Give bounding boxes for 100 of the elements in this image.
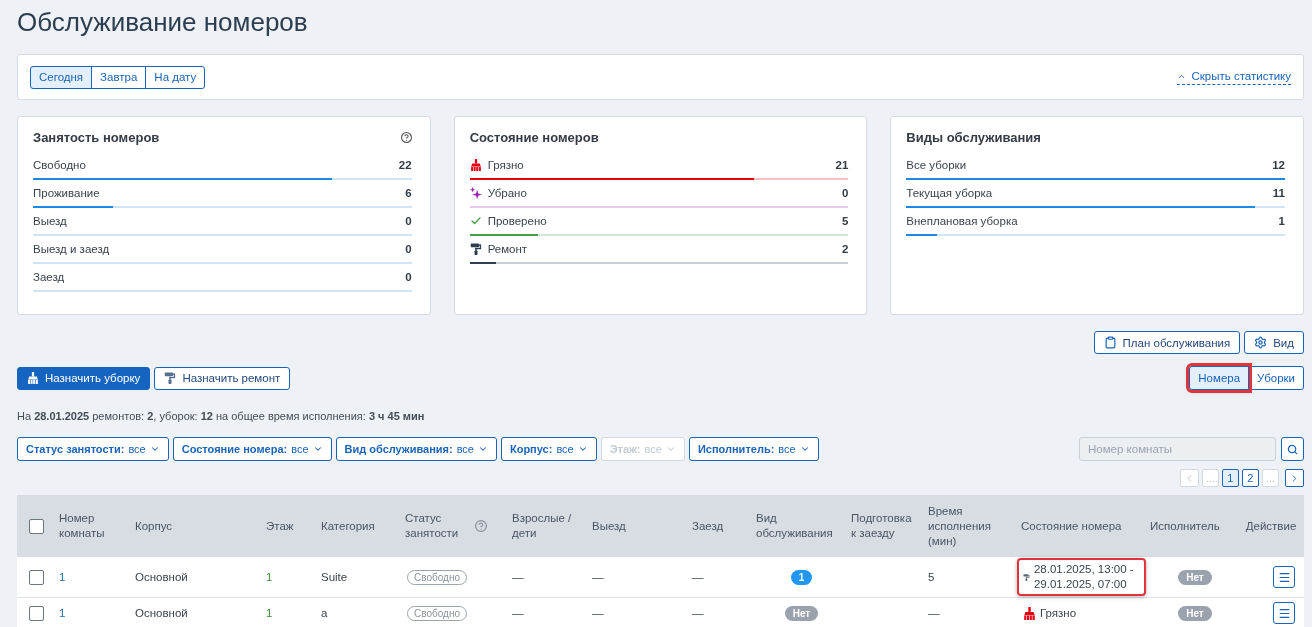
- column-header: Статус занятости: [405, 511, 460, 541]
- table-cell: —: [592, 571, 604, 583]
- search-icon: [1287, 443, 1298, 455]
- table-cell: —: [692, 607, 704, 619]
- column-header: Номер комнаты: [59, 511, 106, 541]
- table-cell: Основной: [135, 607, 188, 619]
- assignee-badge: Нет: [1178, 569, 1212, 585]
- page-button[interactable]: 1: [1221, 469, 1239, 487]
- card-title: Виды обслуживания: [906, 129, 1041, 145]
- stat-value: 1: [1278, 214, 1285, 229]
- plan-button[interactable]: План обслуживания: [1093, 331, 1241, 354]
- table-cell: Suite: [321, 571, 348, 583]
- search-button[interactable]: [1281, 437, 1304, 461]
- chevron-down-icon: [149, 444, 160, 454]
- menu-button[interactable]: [1273, 602, 1295, 624]
- clipboard-icon: [1103, 336, 1117, 349]
- count-badge: 1: [790, 569, 813, 585]
- column-header: Состояние номера: [1021, 518, 1122, 534]
- room-number[interactable]: 1: [59, 607, 66, 619]
- stat-value: 0: [405, 270, 412, 285]
- card-title: Состояние номеров: [469, 129, 599, 145]
- chevron-down-icon: [665, 444, 676, 454]
- room-number[interactable]: 1: [59, 571, 66, 583]
- stat-label: Грязно: [487, 158, 524, 173]
- row-checkbox[interactable]: [29, 605, 44, 621]
- stat-value: 22: [398, 158, 412, 173]
- stat-value: 5: [841, 214, 849, 229]
- table-cell: —: [928, 607, 940, 619]
- stat-value: 12: [1272, 158, 1285, 173]
- menu-button[interactable]: [1273, 566, 1295, 588]
- period-tab[interactable]: На дату: [145, 65, 206, 89]
- assign-cleaning-button[interactable]: Назначить уборку: [17, 366, 151, 390]
- chevron-down-icon: [799, 444, 810, 454]
- select-all-checkbox[interactable]: [29, 518, 44, 534]
- filter-dropdown[interactable]: Исполнитель: все: [688, 437, 819, 461]
- column-header: Корпус: [135, 518, 173, 534]
- filter-dropdown[interactable]: Статус занятости: все: [17, 437, 169, 461]
- chevron-down-icon: [577, 444, 588, 454]
- stat-label: Ремонт: [487, 242, 528, 257]
- page-button[interactable]: 2: [1241, 469, 1259, 487]
- column-header: Вид обслуживания: [756, 511, 834, 541]
- filter-dropdown[interactable]: Состояние номера: все: [172, 437, 332, 461]
- column-header: Категория: [321, 518, 375, 534]
- table-cell: a: [321, 607, 328, 619]
- filter-dropdown[interactable]: Корпус: все: [500, 437, 597, 461]
- brush-icon: [27, 372, 39, 384]
- view-tab[interactable]: Номера: [1189, 366, 1250, 390]
- hide-statistics-link[interactable]: Скрыть статистику: [1177, 69, 1291, 85]
- assign-repair-button[interactable]: Назначить ремонт: [154, 366, 291, 390]
- column-header: Подготовка к заезду: [851, 511, 913, 541]
- menu-icon: [1277, 570, 1291, 584]
- table-cell: —: [512, 571, 524, 583]
- stat-value: 0: [405, 242, 412, 257]
- chevron-down-icon: [477, 444, 488, 454]
- brush-icon: [1023, 606, 1036, 620]
- period-tab[interactable]: Завтра: [91, 65, 147, 89]
- stat-label: Текущая уборка: [906, 186, 993, 201]
- stat-label: Заезд: [33, 270, 65, 285]
- stat-label: Убрано: [487, 186, 527, 201]
- column-header: Заезд: [692, 518, 724, 534]
- room-state-text: Грязно: [1040, 605, 1077, 621]
- column-header: Исполнитель: [1150, 518, 1220, 534]
- stat-value: 2: [841, 242, 849, 257]
- column-header: Выезд: [592, 518, 626, 534]
- stat-label: Проживание: [33, 186, 100, 201]
- column-header: Время исполнения (мин): [928, 503, 992, 549]
- assignee-badge: Нет: [1178, 605, 1212, 621]
- filter-dropdown[interactable]: Вид обслуживания: все: [335, 437, 497, 461]
- stat-label: Внеплановая уборка: [906, 214, 1018, 229]
- card-title: Занятость номеров: [33, 129, 160, 145]
- stat-label: Выезд: [33, 214, 67, 229]
- paint-roller-icon: [164, 372, 177, 384]
- table-cell: 1: [266, 607, 273, 619]
- table-cell: —: [692, 571, 704, 583]
- column-header: Этаж: [266, 518, 294, 534]
- chevron-down-icon: [312, 444, 323, 454]
- stat-value: 11: [1272, 186, 1285, 201]
- next-page-button[interactable]: [1285, 469, 1304, 487]
- stat-value: 0: [405, 214, 412, 229]
- stat-label: Проверено: [487, 214, 547, 229]
- room-state-text: 28.01.2025, 13:00 - 29.01.2025, 07:00: [1033, 562, 1135, 592]
- menu-icon: [1277, 606, 1291, 620]
- table-cell: —: [512, 607, 524, 619]
- table-cell: 5: [928, 571, 935, 583]
- period-tab[interactable]: Сегодня: [30, 65, 93, 89]
- stat-value: 6: [405, 186, 412, 201]
- view-button[interactable]: Вид: [1244, 331, 1304, 354]
- column-header: Взрослые / дети: [512, 511, 573, 541]
- stat-value: 21: [835, 158, 849, 173]
- column-header: Действие: [1245, 518, 1297, 534]
- stat-label: Выезд и заезд: [33, 242, 110, 257]
- room-search-field[interactable]: Номер комнаты: [1079, 437, 1276, 461]
- table-cell: Основной: [135, 571, 188, 583]
- help-icon[interactable]: [400, 131, 412, 143]
- table-cell: 1: [266, 571, 273, 583]
- table-cell: —: [592, 607, 604, 619]
- row-checkbox[interactable]: [29, 569, 44, 585]
- summary-text: На 28.01.2025 ремонтов: 2, уборок: 12 на общее время исполнения: 3 ч 45 мин: [17, 409, 426, 423]
- page-title: Обслуживание номеров: [17, 6, 309, 38]
- stat-label: Все уборки: [906, 158, 967, 173]
